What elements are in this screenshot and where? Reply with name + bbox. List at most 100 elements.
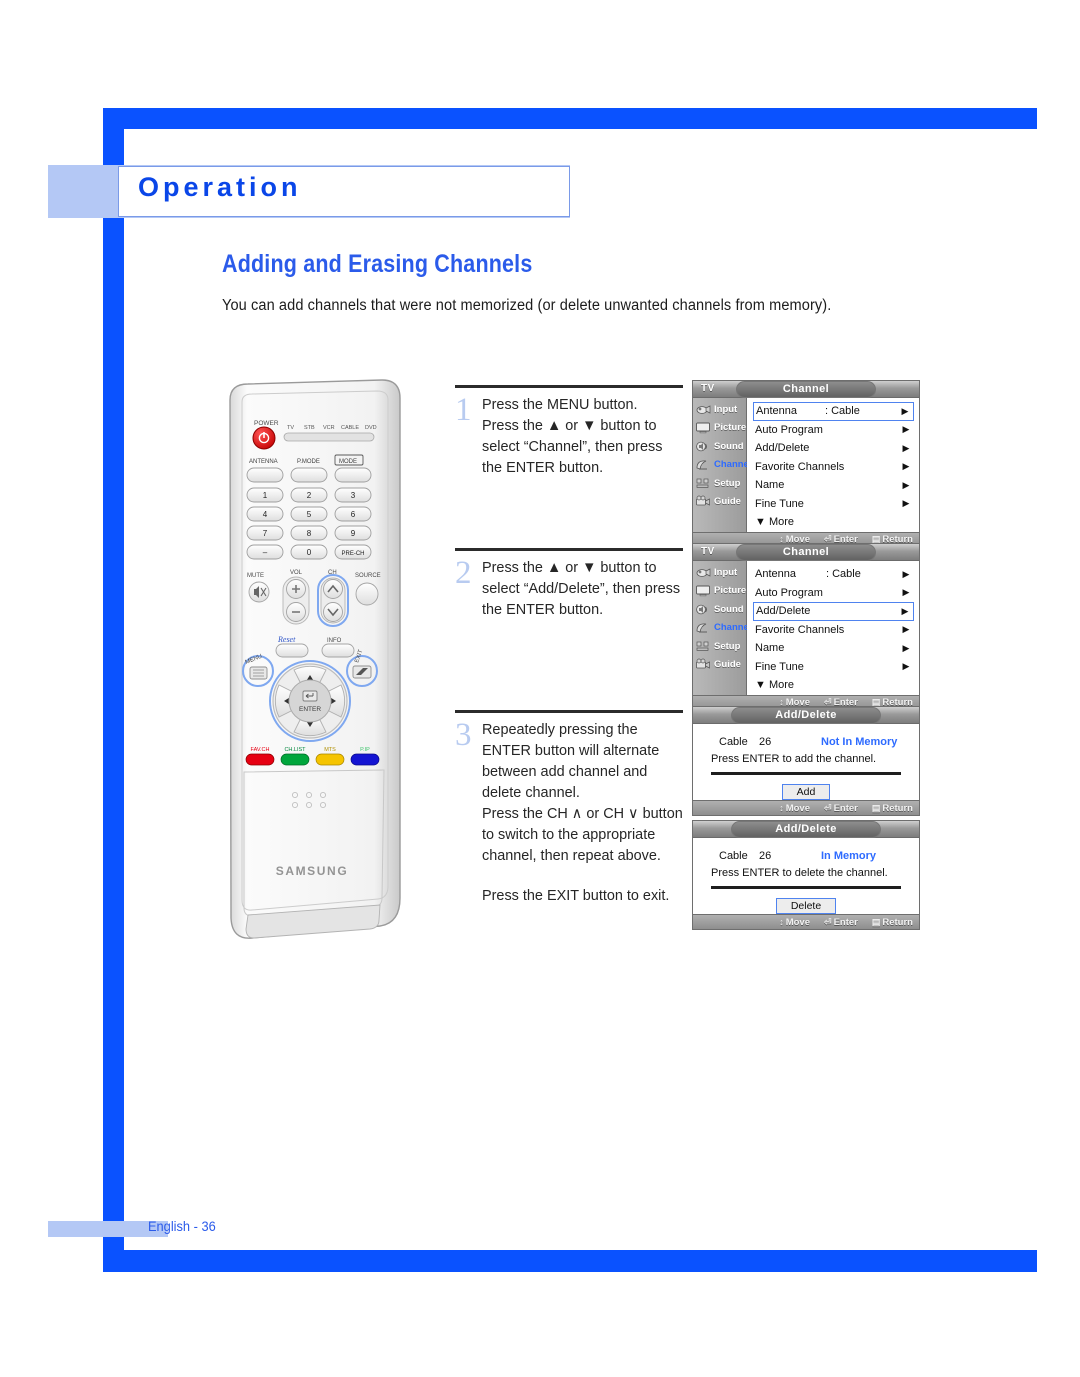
remote-control-svg: POWER TV STB VCR CABLE DVD ANTENNA P.MODE MO… <box>229 379 401 939</box>
sidebar-label: Sound <box>714 603 744 615</box>
camera-icon <box>696 568 711 577</box>
menu-row-antenna[interactable]: Antenna : Cable ▶ <box>753 402 914 421</box>
pmode-button[interactable] <box>290 467 328 483</box>
menu-label: Antenna <box>755 568 796 581</box>
mts-button[interactable] <box>315 753 345 766</box>
sidebar-item-sound[interactable]: Sound <box>693 600 746 619</box>
sidebar-label: Guide <box>714 496 741 508</box>
osd-source-label: TV <box>701 546 715 557</box>
sidebar-item-picture[interactable]: Picture <box>693 582 746 601</box>
enter-key-icon: ⏎ <box>824 802 832 813</box>
menu-row-name[interactable]: Name ▶ <box>753 639 914 658</box>
menu-row-auto-program[interactable]: Auto Program ▶ <box>753 584 914 603</box>
more-label: ▼ More <box>755 679 795 692</box>
delete-button[interactable]: Delete <box>775 898 837 914</box>
speaker-icon <box>696 441 707 452</box>
sidebar-item-input[interactable]: Input <box>693 400 746 419</box>
chevron-right-icon: ▶ <box>902 568 910 579</box>
sidebar-label: Sound <box>714 440 744 452</box>
page-number: English - 36 <box>148 1219 216 1234</box>
menu-label: Auto Program <box>755 423 823 436</box>
reset-label: Reset <box>277 635 296 644</box>
step-number: 1 <box>455 392 472 428</box>
menu-row-name[interactable]: Name ▶ <box>753 476 914 495</box>
add-button[interactable]: Add <box>781 784 831 800</box>
step-divider <box>455 710 683 713</box>
menu-row-favorite-channels[interactable]: Favorite Channels ▶ <box>753 621 914 640</box>
menu-row-fine-tune[interactable]: Fine Tune ▶ <box>753 495 914 514</box>
sidebar-item-picture[interactable]: Picture <box>693 419 746 438</box>
osd-footer: ↕ Move ⏎ Enter ▤ Return <box>693 914 919 929</box>
sidebar-item-guide[interactable]: Guide <box>693 493 746 512</box>
osd-footer: ↕ Move ⏎ Enter ▤ Return <box>693 800 919 815</box>
menu-label: Favorite Channels <box>755 623 845 636</box>
channel-number: 26 <box>759 850 772 862</box>
step-number: 3 <box>455 717 472 753</box>
camera-icon <box>696 405 711 414</box>
menu-row-auto-program[interactable]: Auto Program ▶ <box>753 421 914 440</box>
step-divider <box>455 548 683 551</box>
tools-icon <box>696 478 709 488</box>
sidebar-item-channel[interactable]: Channel <box>693 456 751 475</box>
menu-row-favorite-channels[interactable]: Favorite Channels ▶ <box>753 458 914 477</box>
menu-label: Name <box>755 642 785 655</box>
remote-control-illustration: POWER TV STB VCR CABLE DVD ANTENNA P.MODE MO… <box>222 378 407 948</box>
fav-ch-button[interactable] <box>245 753 275 766</box>
source-button[interactable] <box>355 582 379 606</box>
footer-return: ▤ Return <box>871 802 913 814</box>
monitor-icon <box>696 422 710 434</box>
menu-row-fine-tune[interactable]: Fine Tune ▶ <box>753 658 914 677</box>
sidebar-item-input[interactable]: Input <box>693 563 746 582</box>
osd-title: Channel <box>736 544 876 561</box>
osd-menu-list: Antenna : Cable ▶ Auto Program ▶ Add/Del… <box>747 561 919 695</box>
menu-label: Auto Program <box>755 586 823 599</box>
menu-value: : Cable <box>825 405 860 418</box>
dialog-button-row: Delete <box>693 898 919 914</box>
sidebar-item-setup[interactable]: Setup <box>693 637 746 656</box>
dialog-button-row: Add <box>693 784 919 800</box>
menu-row-add-delete[interactable]: Add/Delete ▶ <box>753 439 914 458</box>
page-title: Operation <box>138 172 302 202</box>
chevron-right-icon: ▶ <box>902 642 910 653</box>
page-border-top <box>103 108 1037 129</box>
menu-row-more[interactable]: ▼ More <box>753 513 914 532</box>
sidebar-item-guide[interactable]: Guide <box>693 656 746 675</box>
ch-list-button[interactable] <box>280 753 310 766</box>
section-title: Adding and Erasing Channels <box>222 250 533 278</box>
sidebar-item-sound[interactable]: Sound <box>693 437 746 456</box>
sidebar-item-channel[interactable]: Channel <box>693 619 751 638</box>
svg-text:8: 8 <box>307 529 312 538</box>
menu-label: Fine Tune <box>755 660 804 673</box>
menu-row-antenna[interactable]: Antenna : Cable ▶ <box>753 565 914 584</box>
film-icon <box>696 495 710 506</box>
sidebar-item-setup[interactable]: Setup <box>693 474 746 493</box>
pip-button[interactable] <box>350 753 380 766</box>
reset-button[interactable] <box>275 643 309 658</box>
satellite-dish-icon <box>696 460 707 470</box>
osd-sidebar: Input Picture Sound Channel Setup Guide <box>693 398 751 532</box>
device-selector-bar[interactable] <box>283 432 375 442</box>
mode-label: MODE <box>339 459 357 465</box>
osd-add-delete-dialog-1: Add/Delete Cable 26 Not In Memory Press … <box>692 706 920 816</box>
osd-body: Input Picture Sound Channel Setup Guide <box>693 398 919 532</box>
ch-up-button[interactable] <box>323 579 343 599</box>
fav-ch-label: FAV.CH <box>251 747 270 753</box>
info-button[interactable] <box>321 643 355 658</box>
osd-titlebar: Add/Delete <box>693 821 919 838</box>
mode-button[interactable] <box>334 467 372 483</box>
svg-text:9: 9 <box>351 529 356 538</box>
svg-text:ANTENNA: ANTENNA <box>249 459 278 465</box>
svg-text:2: 2 <box>307 491 312 500</box>
info-label: INFO <box>327 638 342 644</box>
antenna-button[interactable] <box>246 467 284 483</box>
sidebar-label: Setup <box>714 640 741 652</box>
move-arrows-icon: ↕ <box>779 916 784 927</box>
dialog-body: Cable 26 In Memory Press ENTER to delete… <box>693 838 919 914</box>
dialog-body: Cable 26 Not In Memory Press ENTER to ad… <box>693 724 919 800</box>
svg-text:5: 5 <box>307 510 312 519</box>
svg-text:7: 7 <box>263 529 268 538</box>
menu-row-add-delete[interactable]: Add/Delete ▶ <box>753 602 914 621</box>
menu-row-more[interactable]: ▼ More <box>753 676 914 695</box>
dialog-instruction: Press ENTER to add the channel. <box>711 753 877 765</box>
ch-down-button[interactable] <box>323 602 343 622</box>
